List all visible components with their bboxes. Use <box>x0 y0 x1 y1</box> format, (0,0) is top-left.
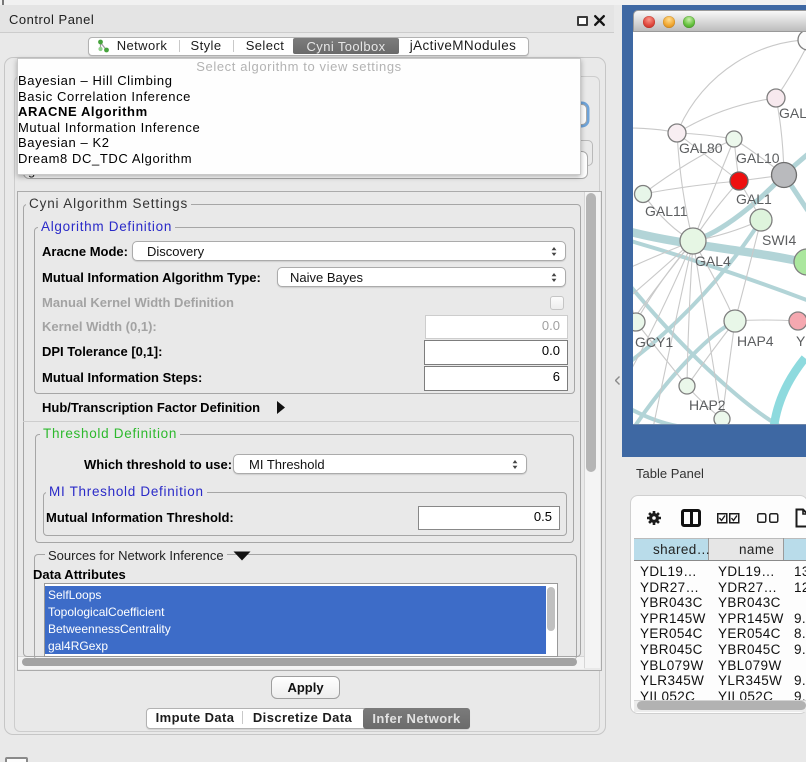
svg-text:GAL1: GAL1 <box>736 191 772 207</box>
svg-text:GAL4: GAL4 <box>695 253 731 269</box>
svg-text:GCY1: GCY1 <box>635 334 673 350</box>
svg-text:GAL80: GAL80 <box>679 140 723 156</box>
svg-text:GAL7: GAL7 <box>779 105 806 121</box>
svg-text:Y: Y <box>796 333 806 349</box>
svg-text:HAP4: HAP4 <box>737 333 774 349</box>
svg-text:GAL10: GAL10 <box>736 150 780 166</box>
svg-text:GAL11: GAL11 <box>645 203 688 219</box>
svg-text:SWI4: SWI4 <box>762 232 796 248</box>
svg-text:HAP2: HAP2 <box>689 397 726 413</box>
